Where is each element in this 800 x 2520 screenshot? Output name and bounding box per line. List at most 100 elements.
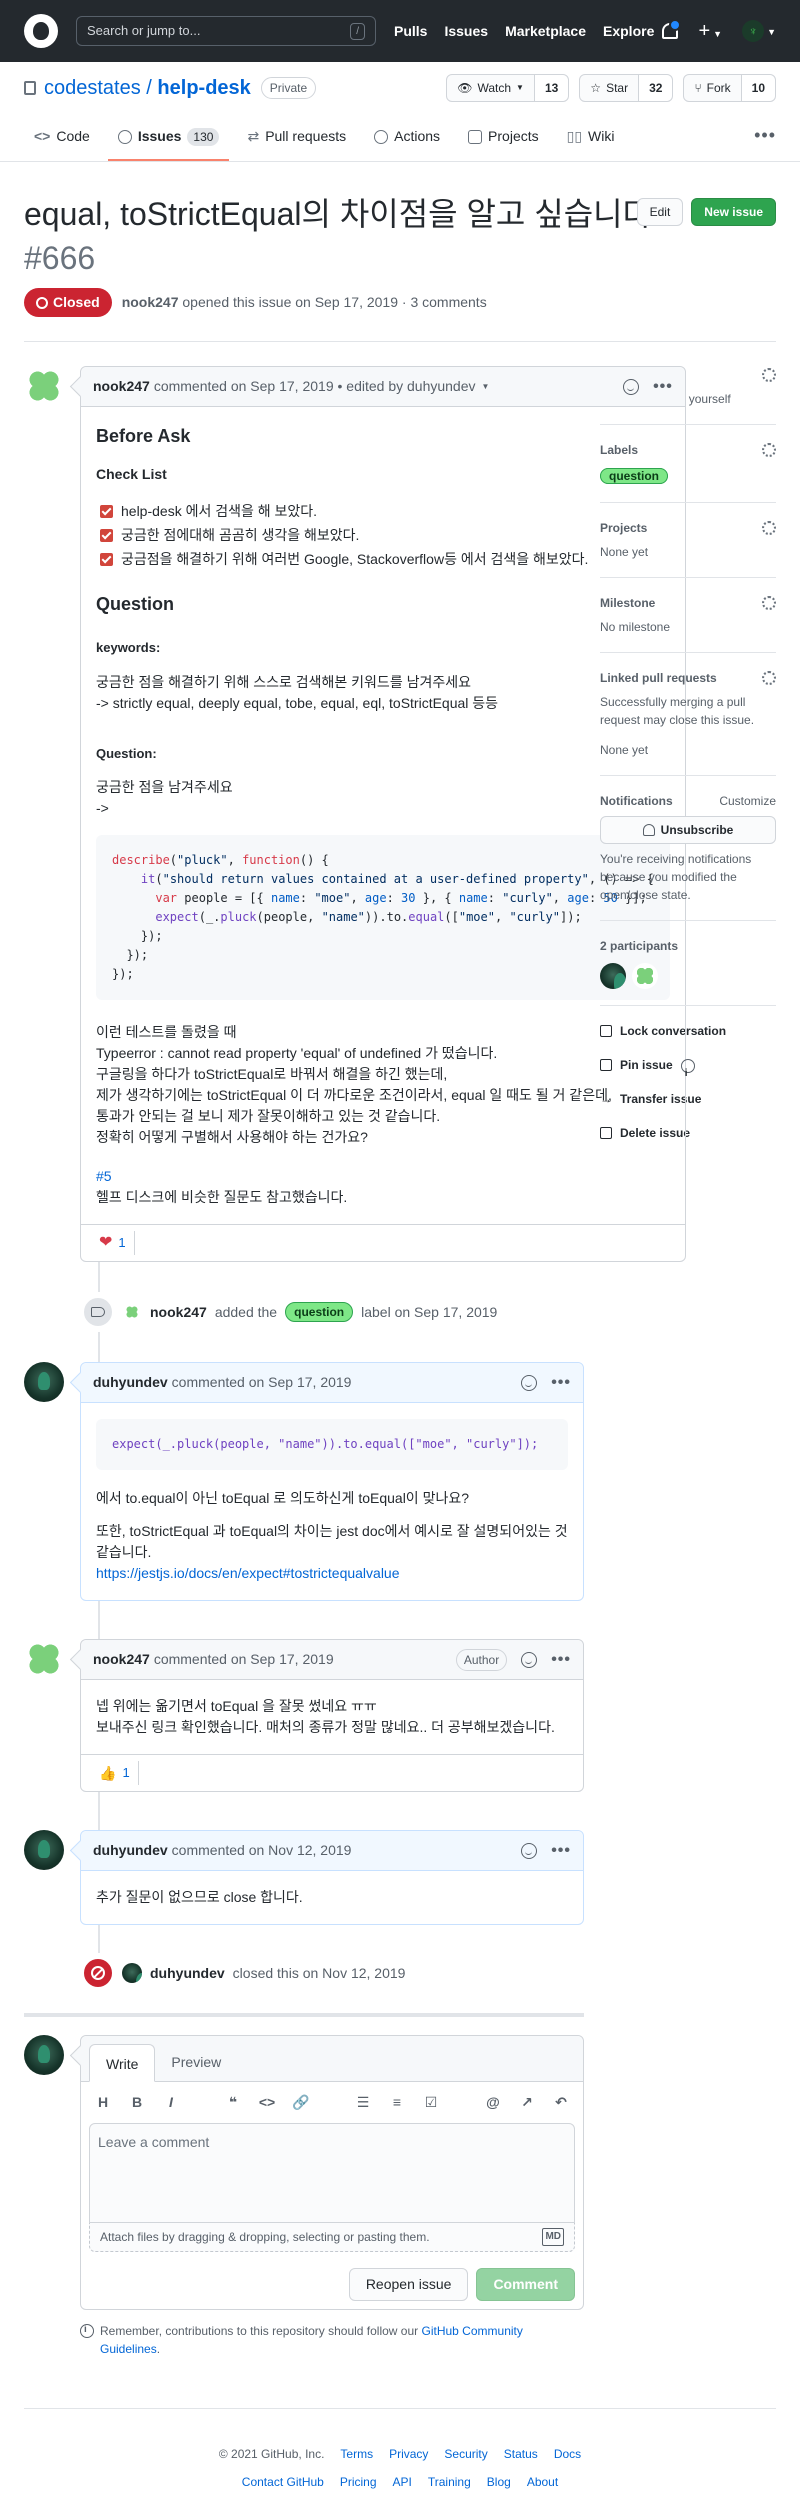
search-input[interactable]: Search or jump to... / — [76, 16, 376, 46]
footer-link-security[interactable]: Security — [444, 2445, 487, 2463]
avatar[interactable] — [24, 2035, 64, 2075]
tab-write[interactable]: Write — [89, 2044, 156, 2082]
gear-icon[interactable] — [762, 521, 776, 535]
comment-author[interactable]: duhyundev — [93, 1840, 168, 1861]
kebab-icon[interactable]: ••• — [754, 122, 776, 161]
avatar[interactable] — [122, 1302, 142, 1322]
footer-link-privacy[interactable]: Privacy — [389, 2445, 428, 2463]
edit-button[interactable]: Edit — [636, 198, 684, 226]
reopen-issue-button[interactable]: Reopen issue — [348, 2268, 469, 2301]
create-new-menu[interactable]: + ▼ — [698, 16, 722, 46]
gear-icon[interactable] — [762, 443, 776, 457]
comment-author[interactable]: nook247 — [93, 1649, 150, 1670]
label-question[interactable]: question — [285, 1302, 354, 1322]
avatar[interactable] — [122, 1963, 142, 1983]
tab-preview[interactable]: Preview — [155, 2043, 237, 2081]
thumbs-up-reaction[interactable]: 👍 1 — [91, 1761, 139, 1785]
star-count[interactable]: 32 — [639, 74, 673, 101]
nav-explore[interactable]: Explore — [603, 21, 654, 42]
avatar[interactable] — [24, 1830, 64, 1870]
nav-marketplace[interactable]: Marketplace — [505, 21, 586, 42]
footer-link-blog[interactable]: Blog — [487, 2473, 511, 2491]
comment-author[interactable]: nook247 — [93, 376, 150, 397]
gear-icon[interactable] — [762, 671, 776, 685]
watch-button[interactable]: 👁 Watch ▼ 13 — [446, 73, 570, 102]
tab-pull-requests[interactable]: ⇄ Pull requests — [237, 126, 356, 161]
quote-icon[interactable]: ❝ — [223, 2092, 243, 2113]
numbered-list-icon[interactable]: ≡ — [387, 2092, 407, 2113]
bell-icon[interactable] — [662, 19, 682, 39]
gear-icon[interactable] — [762, 596, 776, 610]
avatar[interactable] — [24, 366, 64, 406]
footer-link-pricing[interactable]: Pricing — [340, 2473, 377, 2491]
comment-author[interactable]: duhyundev — [93, 1372, 168, 1393]
footer-link-terms[interactable]: Terms — [340, 2445, 373, 2463]
repo-name-link[interactable]: help-desk — [157, 77, 250, 99]
event-actor[interactable]: duhyundev — [150, 1963, 225, 1984]
tab-actions[interactable]: Actions — [364, 126, 450, 161]
nav-pulls[interactable]: Pulls — [394, 21, 427, 42]
smiley-icon[interactable] — [623, 378, 640, 395]
gear-icon[interactable] — [762, 368, 776, 382]
comment-textarea[interactable]: Leave a comment — [89, 2123, 575, 2223]
sidebar-heading[interactable]: Projects — [600, 519, 776, 537]
smiley-icon[interactable] — [521, 1842, 538, 1859]
new-issue-button[interactable]: New issue — [691, 198, 776, 226]
issue-reference-link[interactable]: #5 — [96, 1168, 112, 1184]
footer-link-status[interactable]: Status — [504, 2445, 538, 2463]
avatar[interactable] — [632, 963, 658, 989]
bold-icon[interactable]: B — [127, 2092, 147, 2113]
tab-projects[interactable]: Projects — [458, 126, 549, 161]
nav-issues[interactable]: Issues — [444, 21, 488, 42]
watch-count[interactable]: 13 — [534, 74, 569, 101]
kebab-icon[interactable]: ••• — [551, 1374, 571, 1391]
fork-count[interactable]: 10 — [741, 74, 775, 101]
user-menu[interactable]: ♆ ▼ — [742, 20, 776, 42]
label-question[interactable]: question — [600, 468, 668, 484]
kebab-icon[interactable]: ••• — [551, 1651, 571, 1668]
footer-link-api[interactable]: API — [393, 2473, 412, 2491]
tab-issues[interactable]: Issues 130 — [107, 126, 230, 161]
smiley-icon[interactable] — [521, 1374, 538, 1391]
sidebar-heading[interactable]: Milestone — [600, 594, 776, 612]
comment-button[interactable]: Comment — [476, 2268, 575, 2301]
kebab-icon[interactable]: ••• — [551, 1842, 571, 1859]
tab-wiki[interactable]: ▯▯ Wiki — [557, 126, 625, 161]
github-logo-icon[interactable] — [24, 14, 58, 48]
sidebar-heading[interactable]: Labels — [600, 441, 776, 459]
customize-link[interactable]: Customize — [719, 792, 776, 810]
star-button[interactable]: ☆ Star 32 — [579, 73, 674, 102]
repo-owner-link[interactable]: codestates — [44, 77, 141, 99]
chevron-down-icon[interactable]: ▼ — [482, 381, 490, 393]
smiley-icon[interactable] — [521, 1651, 538, 1668]
avatar[interactable] — [600, 963, 626, 989]
task-list-icon[interactable]: ☑ — [421, 2092, 441, 2113]
heart-reaction[interactable]: ❤ 1 — [91, 1231, 135, 1255]
checkbox[interactable] — [100, 504, 113, 518]
footer-link-contact[interactable]: Contact GitHub — [242, 2473, 324, 2491]
bulleted-list-icon[interactable]: ☰ — [353, 2092, 373, 2113]
footer-link-docs[interactable]: Docs — [554, 2445, 581, 2463]
avatar[interactable] — [24, 1362, 64, 1402]
tab-code[interactable]: <> Code — [24, 126, 100, 161]
heading-icon[interactable]: H — [93, 2092, 113, 2113]
unsubscribe-button[interactable]: Unsubscribe — [600, 816, 776, 844]
checkbox[interactable] — [100, 528, 113, 542]
avatar[interactable] — [24, 1639, 64, 1679]
mention-icon[interactable]: @ — [483, 2092, 503, 2113]
link-icon[interactable]: 🔗 — [291, 2092, 311, 2113]
fork-button[interactable]: ⑂ Fork 10 — [683, 73, 776, 102]
reply-icon[interactable]: ↶ — [551, 2092, 571, 2113]
footer-link-training[interactable]: Training — [428, 2473, 471, 2491]
checkbox[interactable] — [100, 552, 113, 566]
kebab-icon[interactable]: ••• — [653, 378, 673, 395]
code-icon[interactable]: <> — [257, 2092, 277, 2113]
sidebar-heading[interactable]: Linked pull requests — [600, 669, 776, 687]
issue-author[interactable]: nook247 — [122, 294, 179, 310]
italic-icon[interactable]: I — [161, 2092, 181, 2113]
attach-files-area[interactable]: Attach files by dragging & dropping, sel… — [89, 2223, 575, 2252]
footer-link-about[interactable]: About — [527, 2473, 558, 2491]
cross-reference-icon[interactable]: ↗ — [517, 2092, 537, 2113]
event-actor[interactable]: nook247 — [150, 1302, 207, 1323]
jest-doc-link[interactable]: https://jestjs.io/docs/en/expect#tostric… — [96, 1565, 400, 1581]
